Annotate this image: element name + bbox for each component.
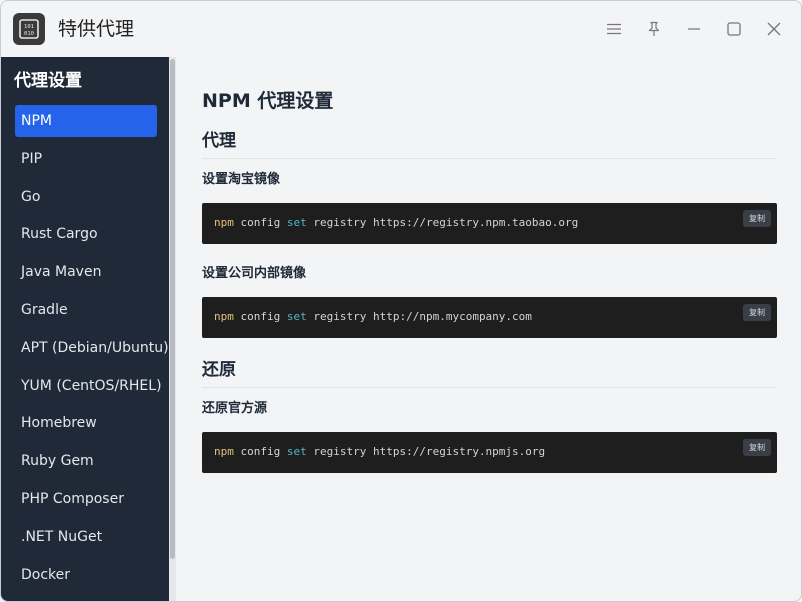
menu-icon[interactable] xyxy=(602,17,626,41)
sidebar-scrollbar-thumb[interactable] xyxy=(170,59,175,559)
code-token-rest: registry https://registry.npmjs.org xyxy=(313,445,546,458)
code-token-keyword: set xyxy=(286,310,307,323)
app-title: 特供代理 xyxy=(58,18,135,40)
code-block-taobao: npm config set registry https://registry… xyxy=(202,203,777,244)
sidebar-item-npm[interactable]: NPM xyxy=(15,105,157,137)
sidebar-item-gradle[interactable]: Gradle xyxy=(15,294,157,326)
app-logo-icon: 101 010 xyxy=(13,13,45,45)
svg-text:010: 010 xyxy=(24,31,34,37)
close-icon[interactable] xyxy=(762,17,786,41)
section-title-restore: 还原 xyxy=(202,358,777,388)
app-window: 101 010 特供代理 代理设置 NPM PIP Go Rust Cargo … xyxy=(0,0,802,602)
section-title-proxy: 代理 xyxy=(202,129,777,159)
code-token-rest: registry http://npm.mycompany.com xyxy=(313,310,532,323)
code-block-company: npm config set registry http://npm.mycom… xyxy=(202,297,777,338)
sidebar-item-pip[interactable]: PIP xyxy=(15,143,157,175)
title-bar[interactable]: 101 010 特供代理 xyxy=(1,1,801,57)
page-title: NPM 代理设置 xyxy=(202,90,334,112)
code-token-cmd: npm xyxy=(214,445,234,458)
sidebar-list: NPM PIP Go Rust Cargo Java Maven Gradle … xyxy=(15,105,169,596)
sidebar-item-php-composer[interactable]: PHP Composer xyxy=(15,483,157,515)
sidebar-item-apt[interactable]: APT (Debian/Ubuntu) xyxy=(15,332,169,364)
sidebar-scrollbar[interactable] xyxy=(169,57,176,601)
code-token-cmd: npm xyxy=(214,216,234,229)
code-token-keyword: set xyxy=(286,216,307,229)
maximize-icon[interactable] xyxy=(722,17,746,41)
code-token-arg: config xyxy=(240,310,281,323)
code-token-arg: config xyxy=(240,216,281,229)
sidebar-item-docker[interactable]: Docker xyxy=(15,559,157,591)
code-command: npm config set registry http://npm.mycom… xyxy=(214,309,532,325)
copy-button[interactable]: 复制 xyxy=(743,210,771,227)
taobao-mirror-label: 设置淘宝镜像 xyxy=(202,172,281,187)
code-token-cmd: npm xyxy=(214,310,234,323)
svg-text:101: 101 xyxy=(24,24,34,30)
sidebar-heading: 代理设置 xyxy=(14,71,82,91)
copy-button[interactable]: 复制 xyxy=(743,439,771,456)
sidebar-item-ruby-gem[interactable]: Ruby Gem xyxy=(15,445,157,477)
sidebar-item-java-maven[interactable]: Java Maven xyxy=(15,256,157,288)
minimize-icon[interactable] xyxy=(682,17,706,41)
code-command: npm config set registry https://registry… xyxy=(214,444,545,460)
copy-button[interactable]: 复制 xyxy=(743,304,771,321)
code-token-keyword: set xyxy=(286,445,307,458)
sidebar-item-go[interactable]: Go xyxy=(15,181,157,213)
official-source-label: 还原官方源 xyxy=(202,401,268,416)
sidebar-item-dotnet-nuget[interactable]: .NET NuGet xyxy=(15,521,157,553)
sidebar-item-yum[interactable]: YUM (CentOS/RHEL) xyxy=(15,370,162,402)
company-mirror-label: 设置公司内部镜像 xyxy=(202,266,307,281)
code-token-rest: registry https://registry.npm.taobao.org xyxy=(313,216,579,229)
pin-icon[interactable] xyxy=(642,17,666,41)
code-block-official: npm config set registry https://registry… xyxy=(202,432,777,473)
sidebar: 代理设置 NPM PIP Go Rust Cargo Java Maven Gr… xyxy=(1,57,169,601)
code-command: npm config set registry https://registry… xyxy=(214,215,578,231)
code-token-arg: config xyxy=(240,445,281,458)
sidebar-item-rust-cargo[interactable]: Rust Cargo xyxy=(15,218,157,250)
sidebar-item-homebrew[interactable]: Homebrew xyxy=(15,407,157,439)
